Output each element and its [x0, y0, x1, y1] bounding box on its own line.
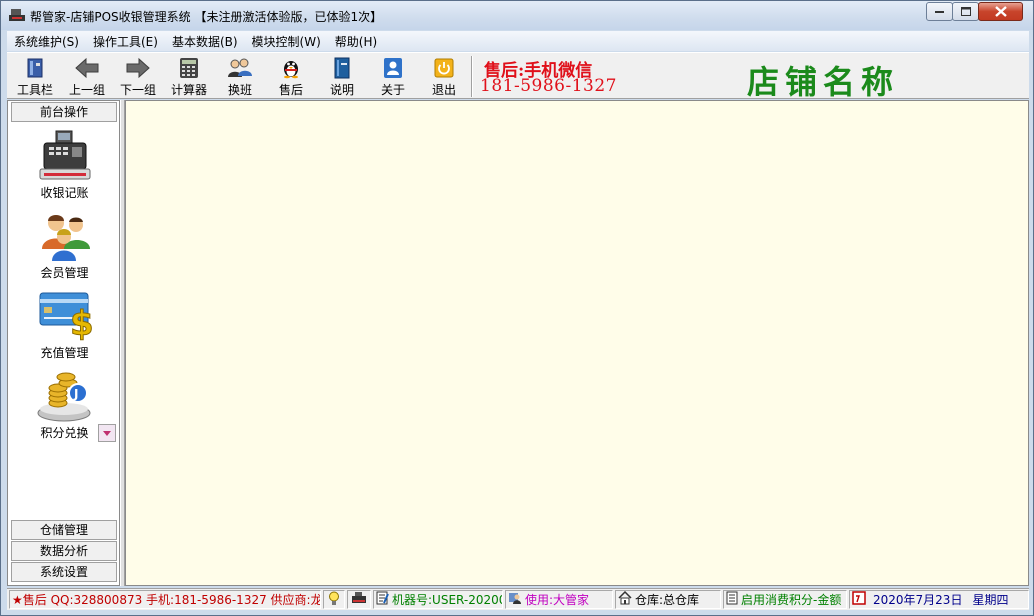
user-icon: [508, 591, 522, 608]
status-date: 2020年7月23日 星期四: [849, 590, 1029, 609]
menu-operation-tools[interactable]: 操作工具(E): [86, 33, 165, 50]
status-contact: ★售后 QQ:328800873 手机:181-5986-1327 供应商:龙岩…: [9, 590, 321, 609]
status-tip[interactable]: [323, 590, 345, 609]
status-bar: ★售后 QQ:328800873 手机:181-5986-1327 供应商:龙岩…: [7, 588, 1029, 610]
status-machine-id: 机器号:USER-20200330: [373, 590, 503, 609]
shift-users-icon: [216, 57, 264, 79]
recharge-card-icon: $: [8, 289, 121, 343]
status-user: 使用:大管家: [505, 590, 613, 609]
calendar-icon: [852, 591, 866, 608]
manual-book-icon: [318, 57, 366, 79]
minimize-button[interactable]: [926, 2, 953, 21]
power-icon: [420, 57, 468, 79]
cash-register-icon: [8, 129, 121, 183]
menu-system-maintenance[interactable]: 系统维护(S): [7, 33, 86, 50]
sidebar-group-data-analysis[interactable]: 数据分析: [11, 541, 117, 561]
document-icon: [726, 591, 738, 608]
toolbar: 工具栏 上一组 下一组 计算器 换班 售后 说明 关于 退出 售后:手机微信 1…: [7, 52, 1029, 101]
toolbar-button-calculator[interactable]: 计算器: [165, 57, 213, 97]
window-title: 帮管家-店铺POS收银管理系统 【未注册激活体验版，已体验1次】: [30, 10, 383, 24]
toolbar-button-shift-change[interactable]: 换班: [216, 57, 264, 97]
status-points-mode: 启用消费积分-金额: [723, 590, 847, 609]
svg-text:J: J: [73, 387, 78, 401]
status-register[interactable]: [347, 590, 371, 609]
notepad-icon: [376, 591, 389, 608]
toolbar-button-exit[interactable]: 退出: [420, 57, 468, 97]
sidebar-group-warehouse[interactable]: 仓储管理: [11, 520, 117, 540]
menu-basic-data[interactable]: 基本数据(B): [165, 33, 245, 50]
home-icon: [618, 591, 632, 608]
toolbar-button-about[interactable]: 关于: [369, 57, 417, 97]
toolbar-button-after-sales[interactable]: 售后: [267, 57, 315, 97]
cash-register-small-icon: [351, 591, 367, 608]
arrow-right-icon: [114, 57, 162, 79]
support-phone-number: 181-5986-1327: [480, 76, 617, 96]
qq-penguin-icon: [267, 57, 315, 79]
arrow-left-icon: [63, 57, 111, 79]
toolbar-button-next-group[interactable]: 下一组: [114, 57, 162, 97]
toolbar-button-instructions[interactable]: 说明: [318, 57, 366, 97]
svg-text:$: $: [70, 304, 94, 343]
toolbar-button-toolbar[interactable]: 工具栏: [11, 57, 59, 97]
sidebar-group-front-desk[interactable]: 前台操作: [11, 102, 117, 122]
title-bar[interactable]: 帮管家-店铺POS收银管理系统 【未注册激活体验版，已体验1次】: [1, 1, 1033, 30]
toolbar-separator: [471, 56, 473, 97]
shop-name: 店铺名称: [747, 63, 900, 101]
sidebar-item-members[interactable]: 会员管理: [8, 209, 121, 281]
app-logo-icon: [9, 8, 25, 22]
toolbar-button-previous-group[interactable]: 上一组: [63, 57, 111, 97]
menu-module-control[interactable]: 模块控制(W): [245, 33, 328, 50]
sidebar: 前台操作 收银记账 会员管理 $ 充值管理 J 积分兑换 仓储管理 数据分析 系…: [7, 100, 120, 586]
main-workspace: [125, 100, 1029, 586]
close-button[interactable]: [978, 2, 1023, 21]
menu-help[interactable]: 帮助(H): [328, 33, 384, 50]
maximize-button[interactable]: [952, 2, 979, 21]
sidebar-item-recharge[interactable]: $ 充值管理: [8, 289, 121, 361]
lightbulb-icon: [328, 591, 340, 608]
sidebar-item-cashier[interactable]: 收银记账: [8, 129, 121, 201]
about-user-icon: [369, 57, 417, 79]
calculator-icon: [165, 57, 213, 79]
toolbar-book-icon: [11, 57, 59, 79]
points-coins-icon: J: [8, 369, 121, 423]
status-warehouse: 仓库:总仓库: [615, 590, 721, 609]
members-icon: [8, 209, 121, 263]
sidebar-scroll-down-button[interactable]: [98, 424, 116, 442]
sidebar-group-system-settings[interactable]: 系统设置: [11, 562, 117, 582]
chevron-down-icon: [102, 426, 112, 440]
menu-bar: 系统维护(S) 操作工具(E) 基本数据(B) 模块控制(W) 帮助(H): [7, 31, 1029, 51]
app-window: 帮管家-店铺POS收银管理系统 【未注册激活体验版，已体验1次】 系统维护(S)…: [0, 0, 1034, 616]
